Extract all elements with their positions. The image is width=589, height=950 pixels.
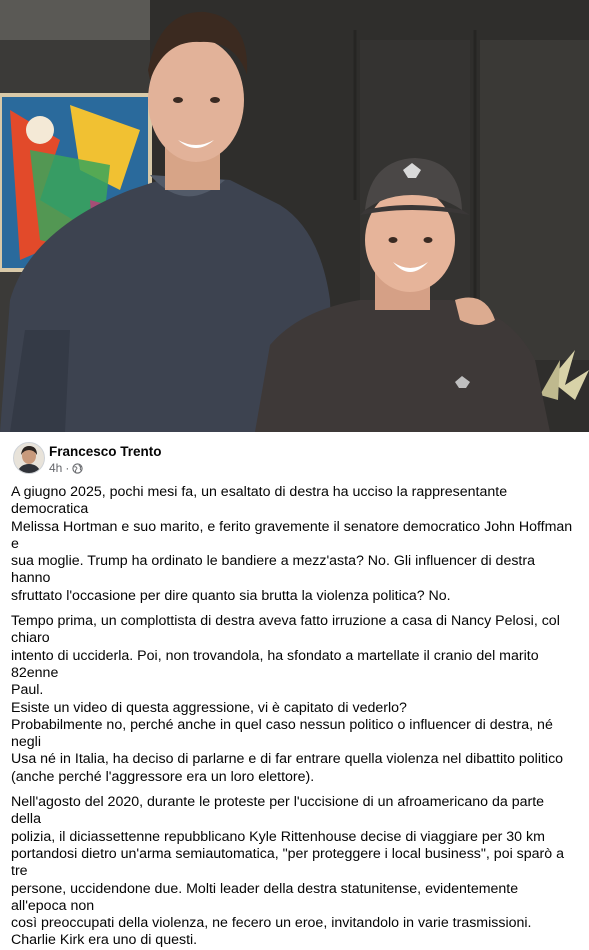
post-paragraph: A giugno 2025, pochi mesi fa, un esaltat… bbox=[11, 484, 573, 604]
post-body: A giugno 2025, pochi mesi fa, un esaltat… bbox=[11, 484, 577, 950]
post-paragraph: Charlie Kirk era uno di questi. bbox=[11, 932, 198, 949]
author-name[interactable]: Francesco Trento bbox=[49, 444, 162, 459]
post-timestamp[interactable]: 4h bbox=[49, 461, 62, 475]
post-photo[interactable] bbox=[0, 0, 589, 432]
post-paragraph: Tempo prima, un complottista di destra a… bbox=[11, 613, 560, 699]
facebook-post: Francesco Trento 4h · A giugno 2025, poc… bbox=[0, 0, 589, 948]
post-paragraph: Probabilmente no, perché anche in quel c… bbox=[11, 716, 564, 785]
author-avatar[interactable] bbox=[13, 442, 45, 474]
post-header: Francesco Trento 4h · bbox=[0, 432, 589, 484]
meta-separator: · bbox=[65, 461, 70, 475]
post-paragraph: Esiste un video di questa aggressione, v… bbox=[11, 699, 407, 716]
globe-icon bbox=[72, 462, 83, 474]
post-paragraph: Nell'agosto del 2020, durante le protest… bbox=[11, 794, 564, 932]
post-meta: 4h · bbox=[49, 461, 83, 475]
